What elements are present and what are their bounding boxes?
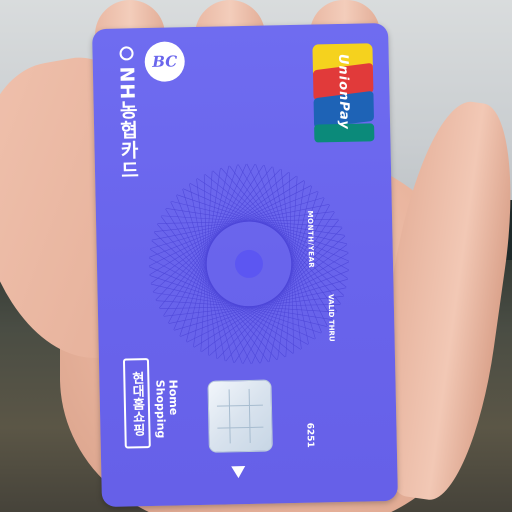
card-number-fragment: 6251 [304,422,315,448]
sponsor-korean: 현대홈쇼핑 [128,370,146,436]
expiry-placeholder: MONTH/YEAR [305,210,316,269]
unionpay-logo: UnionPay [310,39,376,144]
unionpay-text: UnionPay [335,53,352,131]
bc-logo-text: BC [152,52,178,71]
issuer-logo: NH농협카드 [112,46,144,227]
card-chip [207,379,273,453]
insert-arrow-icon [231,466,246,479]
credit-card: NH농협카드 BC UnionPay MONTH/YEAR VALID THRU… [92,22,398,508]
sponsor-badge: 현대홈쇼핑 [122,358,151,449]
photo-scene: NH농협카드 BC UnionPay MONTH/YEAR VALID THRU… [0,0,512,512]
issuer-name: NH농협카드 [115,66,140,181]
nh-mark-icon [119,46,134,61]
valid-thru-label: VALID THRU [326,294,336,342]
sponsor-english: Home Shopping [153,379,181,439]
